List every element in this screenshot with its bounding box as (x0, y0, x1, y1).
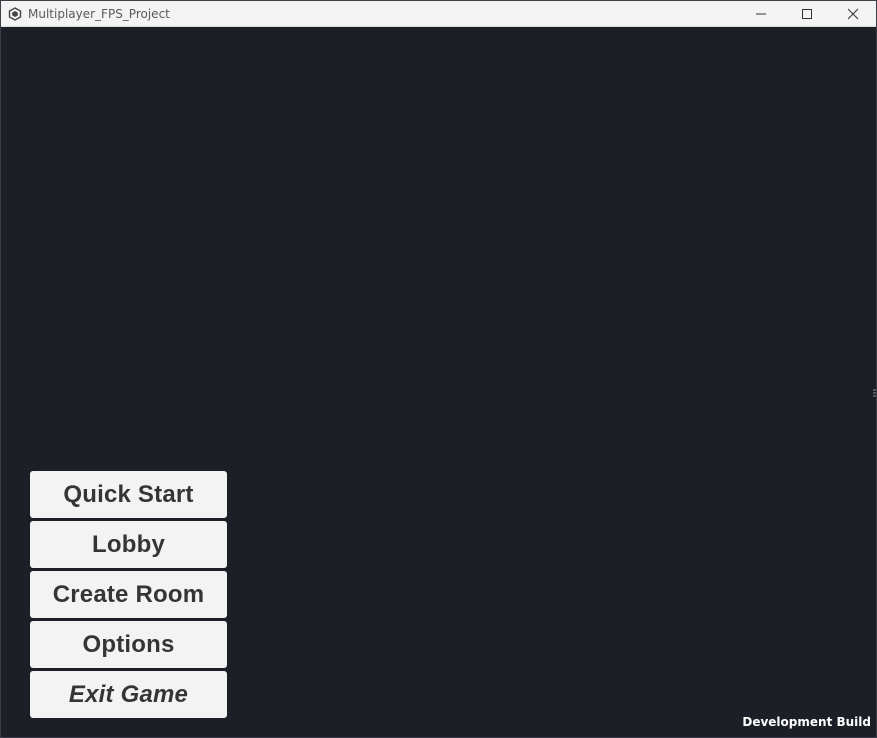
options-button[interactable]: Options (30, 621, 227, 668)
game-window: Multiplayer_FPS_Project Quick Start Lobb… (0, 0, 877, 738)
game-viewport: Quick Start Lobby Create Room Options Ex… (1, 27, 876, 737)
close-button[interactable] (830, 1, 876, 27)
title-bar[interactable]: Multiplayer_FPS_Project (1, 1, 876, 27)
window-controls (738, 1, 876, 27)
close-icon (847, 8, 859, 20)
window-title: Multiplayer_FPS_Project (28, 6, 170, 21)
create-room-button[interactable]: Create Room (30, 571, 227, 618)
minimize-icon (755, 8, 767, 20)
main-menu: Quick Start Lobby Create Room Options Ex… (30, 471, 227, 721)
development-build-label: Development Build (742, 715, 871, 729)
quick-start-button[interactable]: Quick Start (30, 471, 227, 518)
resize-grip-icon[interactable] (873, 389, 876, 397)
exit-game-button[interactable]: Exit Game (30, 671, 227, 718)
maximize-icon (801, 8, 813, 20)
maximize-button[interactable] (784, 1, 830, 27)
unity-logo-icon (8, 6, 22, 21)
minimize-button[interactable] (738, 1, 784, 27)
lobby-button[interactable]: Lobby (30, 521, 227, 568)
